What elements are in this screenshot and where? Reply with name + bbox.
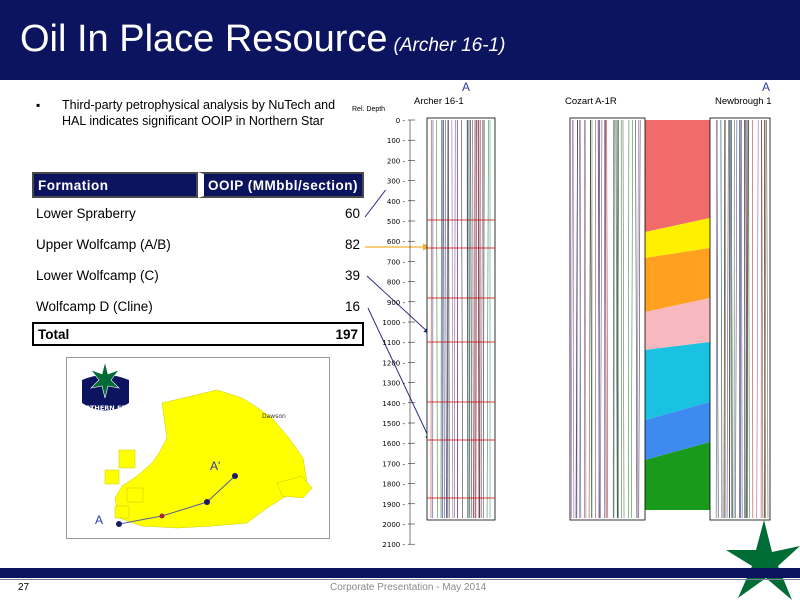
depth-tick-label: 500 - — [387, 218, 406, 226]
footer-text: Corporate Presentation - May 2014 — [330, 582, 487, 593]
table-row: Lower Spraberry 60 — [32, 198, 364, 229]
ooip-table: Formation OOIP (MMbbl/section) Lower Spr… — [32, 172, 364, 346]
bullet-text: Third-party petrophysical analysis by Nu… — [62, 98, 336, 128]
map-drawing: NORTHERN STAR Dawson A A' — [74, 361, 313, 529]
depth-tick-label: 900 - — [387, 299, 406, 307]
cross-section-panel: 0 - 100 - 200 - 300 - 400 - 500 - 600 - 700 - 80… — [355, 80, 800, 555]
location-map: NORTHERN STAR Dawson A A' — [66, 357, 330, 539]
formation-cell: Lower Spraberry — [36, 206, 136, 221]
depth-tick-label: 300 - — [387, 178, 406, 186]
footer-bar — [0, 568, 800, 578]
page-title-main: Oil In Place Resource — [20, 18, 388, 60]
ooip-cell: 82 — [344, 237, 360, 252]
table-row: Upper Wolfcamp (A/B) 82 — [32, 229, 364, 260]
depth-tick-label: 200 - — [387, 157, 406, 165]
depth-tick-label: 700 - — [387, 258, 406, 266]
northern-star-logo: NORTHERN STAR — [74, 361, 136, 412]
title-bar: Oil In Place Resource (Archer 16-1) — [0, 0, 800, 80]
depth-tick-label: 1500 - — [382, 420, 405, 428]
table-row: Wolfcamp D (Cline) 16 — [32, 291, 364, 322]
depth-tick-label: 1100 - — [382, 339, 405, 347]
depth-tick-label: 1400 - — [382, 400, 405, 408]
total-label: Total — [32, 322, 198, 346]
well-point — [232, 473, 238, 479]
depth-tick-label: 1300 - — [382, 380, 405, 388]
page-title: Oil In Place Resource (Archer 16-1) — [20, 18, 505, 61]
formation-cell: Lower Wolfcamp (C) — [36, 268, 159, 283]
formation-cell: Upper Wolfcamp (A/B) — [36, 237, 171, 252]
depth-tick-label: 1200 - — [382, 359, 405, 367]
table-header-row: Formation OOIP (MMbbl/section) — [32, 172, 364, 198]
logo-text: NORTHERN STAR — [74, 404, 135, 412]
well-point — [116, 521, 122, 527]
total-value: 197 — [198, 322, 364, 346]
well-point — [204, 499, 210, 505]
cross-section-svg: 0 - 100 - 200 - 300 - 400 - 500 - 600 - 700 - 80… — [382, 117, 771, 549]
acreage-polygons — [104, 389, 313, 529]
depth-tick-label: 1800 - — [382, 481, 405, 489]
formation-cell: Wolfcamp D (Cline) — [36, 299, 153, 314]
depth-tick-label: 2000 - — [382, 521, 405, 529]
formation-band — [645, 120, 710, 232]
page-subtitle: (Archer 16-1) — [393, 35, 506, 56]
well-point — [159, 513, 165, 519]
depth-tick-label: 1600 - — [382, 440, 405, 448]
green-star-icon — [726, 520, 800, 600]
depth-tick-label: 1000 - — [382, 319, 405, 327]
depth-tick-label: 0 - — [396, 117, 406, 125]
table-header-ooip: OOIP (MMbbl/section) — [198, 172, 364, 198]
table-total-row: Total 197 — [32, 322, 364, 346]
page-number: 27 — [18, 582, 30, 593]
bullet-marker: ▪ — [36, 98, 41, 112]
ooip-cell: 39 — [344, 268, 360, 283]
table-header-formation: Formation — [32, 172, 198, 198]
depth-tick-label: 600 - — [387, 238, 406, 246]
map-a-prime-label: A' — [210, 459, 220, 473]
table-row: Lower Wolfcamp (C) 39 — [32, 260, 364, 291]
depth-tick-label: 2100 - — [382, 541, 405, 549]
depth-tick-label: 1900 - — [382, 501, 405, 509]
depth-tick-label: 100 - — [387, 137, 406, 145]
depth-tick-label: 400 - — [387, 198, 406, 206]
map-a-label: A — [95, 513, 103, 527]
depth-tick-label: 1700 - — [382, 460, 405, 468]
depth-tick-label: 800 - — [387, 279, 406, 287]
ooip-cell: 60 — [344, 206, 360, 221]
ooip-cell: 16 — [344, 299, 360, 314]
county-label: Dawson — [262, 413, 286, 420]
footer-divider — [0, 579, 800, 580]
